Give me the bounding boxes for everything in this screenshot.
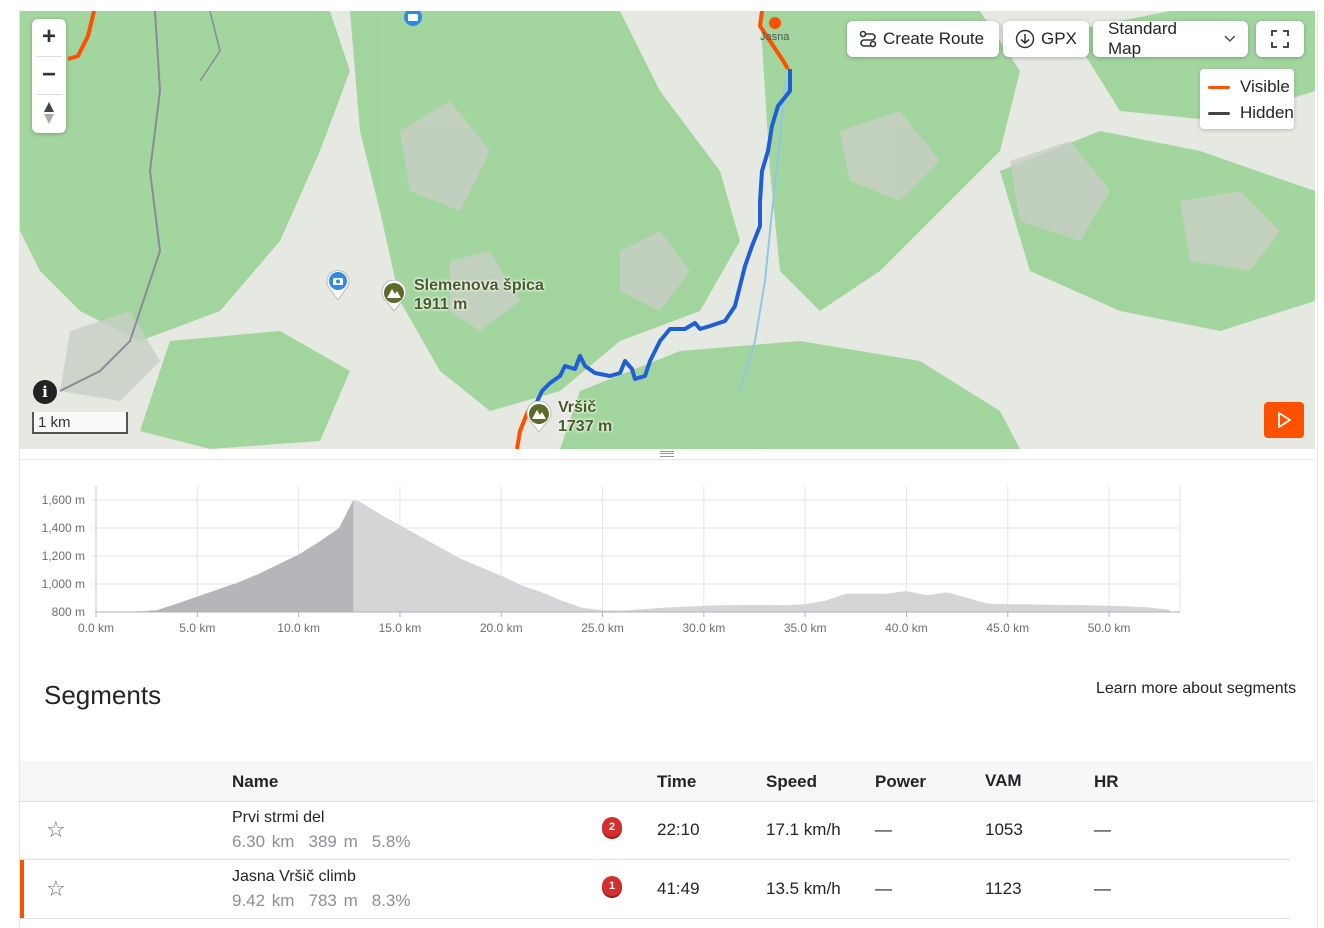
segment-hr: —: [1094, 879, 1111, 898]
segment-row-selected[interactable]: ☆ Jasna Vršič climb 9.42 km 783 m 8.3% 1 4…: [20, 860, 1290, 919]
segments-table-header: Name Time Speed Power VAM HR: [20, 761, 1315, 802]
y-tick-label: 1,400 m: [42, 521, 85, 535]
create-route-label: Create Route: [883, 29, 985, 48]
segments-heading: Segments: [44, 680, 162, 710]
divider: [20, 459, 1315, 460]
zoom-out-button[interactable]: −: [32, 57, 66, 93]
segment-hr: —: [1094, 820, 1111, 839]
segment-power: —: [875, 820, 892, 839]
x-tick-label: 40.0 km: [885, 621, 928, 635]
chevron-down-icon: [1224, 35, 1236, 42]
segment-grade: 8.3%: [371, 891, 411, 910]
x-tick-label: 0.0 km: [78, 621, 114, 635]
segment-name-link[interactable]: Prvi strmi del: [232, 809, 324, 827]
route-visibility-legend: Visible Hidden: [1200, 69, 1294, 129]
info-icon[interactable]: i: [33, 380, 57, 404]
column-header-hr[interactable]: HR: [1094, 772, 1119, 792]
route-map[interactable]: Jasna Slemenova špica 1911 m Vršič 1737 …: [20, 11, 1315, 449]
camera-icon[interactable]: [325, 269, 351, 301]
segment-distance: 9.42 km: [232, 891, 295, 910]
create-route-button[interactable]: Create Route: [847, 21, 999, 57]
poi-name: Vršič: [558, 399, 597, 416]
poi-label-slemenova: Slemenova špica 1911 m: [414, 276, 544, 314]
x-tick-label: 20.0 km: [480, 621, 523, 635]
mountain-icon[interactable]: [380, 280, 408, 312]
fullscreen-icon: [1271, 30, 1289, 48]
map-scale-bar: 1 km: [32, 412, 128, 434]
fullscreen-button[interactable]: [1256, 21, 1304, 57]
column-header-speed[interactable]: Speed: [766, 772, 817, 792]
legend-label: Visible: [1240, 77, 1290, 96]
segment-vam: 1053: [985, 820, 1023, 839]
achievement-rank-badge: 2: [602, 817, 622, 837]
gpx-label: GPX: [1041, 29, 1077, 48]
map-style-label: Standard Map: [1108, 19, 1177, 58]
y-tick-label: 1,200 m: [42, 549, 85, 563]
segment-stats: 9.42 km 783 m 8.3%: [232, 891, 424, 911]
segment-vam: 1123: [985, 879, 1022, 898]
x-tick-label: 5.0 km: [179, 621, 215, 635]
segment-power: —: [875, 879, 892, 898]
plus-icon: +: [41, 23, 56, 50]
x-tick-label: 10.0 km: [277, 621, 320, 635]
play-icon: [1278, 412, 1291, 428]
x-tick-label: 35.0 km: [784, 621, 827, 635]
zoom-in-button[interactable]: +: [32, 19, 66, 55]
minus-icon: −: [41, 61, 56, 88]
x-tick-label: 15.0 km: [379, 621, 422, 635]
segment-time: 22:10: [657, 820, 700, 839]
map-style-select[interactable]: Standard Map: [1093, 19, 1248, 58]
x-tick-label: 45.0 km: [986, 621, 1029, 635]
x-tick-label: 30.0 km: [683, 621, 726, 635]
column-header-vam[interactable]: VAM: [985, 771, 1022, 791]
poi-name: Slemenova špica: [414, 277, 544, 294]
learn-more-segments-link[interactable]: Learn more about segments: [1096, 680, 1296, 698]
y-tick-label: 800 m: [52, 605, 85, 619]
column-header-power[interactable]: Power: [875, 772, 926, 792]
y-tick-label: 1,000 m: [42, 577, 85, 591]
column-header-time[interactable]: Time: [657, 772, 696, 792]
segment-elevation-gain: 783 m: [308, 891, 358, 910]
compass-icon: [44, 102, 54, 124]
legend-label: Hidden: [1240, 103, 1294, 122]
poi-elevation: 1911 m: [414, 296, 468, 313]
segment-distance: 6.30 km: [232, 832, 295, 851]
gpx-download-button[interactable]: GPX: [1003, 21, 1089, 57]
segment-row[interactable]: ☆ Prvi strmi del 6.30 km 389 m 5.8% 2 22:1…: [20, 801, 1290, 860]
map-terrain: Jasna: [20, 11, 1315, 449]
segment-elevation-gain: 389 m: [308, 832, 358, 851]
elevation-profile-chart[interactable]: 0.0 km 5.0 km 10.0 km 15.0 km 20.0 km 25.0 km…: [0, 470, 1324, 650]
x-tick-label: 50.0 km: [1088, 621, 1131, 635]
route-icon: [859, 30, 877, 48]
zoom-controls: + −: [32, 19, 66, 133]
legend-swatch: [1208, 111, 1230, 115]
segment-grade: 5.8%: [371, 832, 411, 851]
column-header-name[interactable]: Name: [232, 772, 278, 792]
segment-stats: 6.30 km 389 m 5.8%: [232, 832, 424, 852]
achievement-rank-badge: 1: [602, 876, 622, 896]
legend-item-visible: Visible: [1208, 77, 1290, 97]
legend-item-hidden: Hidden: [1208, 103, 1294, 123]
star-icon[interactable]: ☆: [46, 817, 66, 843]
resize-handle[interactable]: [660, 451, 674, 457]
segment-speed: 17.1 km/h: [766, 820, 841, 839]
star-icon[interactable]: ☆: [46, 876, 66, 902]
legend-swatch: [1208, 85, 1230, 89]
segment-speed: 13.5 km/h: [766, 879, 841, 898]
camera-icon[interactable]: [400, 11, 426, 35]
y-tick-label: 1,600 m: [42, 493, 85, 507]
segment-time: 41:49: [657, 879, 700, 898]
reset-bearing-button[interactable]: [32, 95, 66, 131]
poi-label-vrsic: Vršič 1737 m: [558, 398, 612, 436]
selected-row-indicator: [20, 860, 24, 918]
mountain-icon[interactable]: [525, 401, 553, 433]
svg-text:Jasna: Jasna: [760, 31, 790, 43]
segment-name-link[interactable]: Jasna Vršič climb: [232, 868, 356, 886]
play-flyover-button[interactable]: [1264, 402, 1304, 438]
download-icon: [1015, 29, 1035, 49]
poi-elevation: 1737 m: [558, 418, 613, 435]
x-tick-label: 25.0 km: [581, 621, 624, 635]
